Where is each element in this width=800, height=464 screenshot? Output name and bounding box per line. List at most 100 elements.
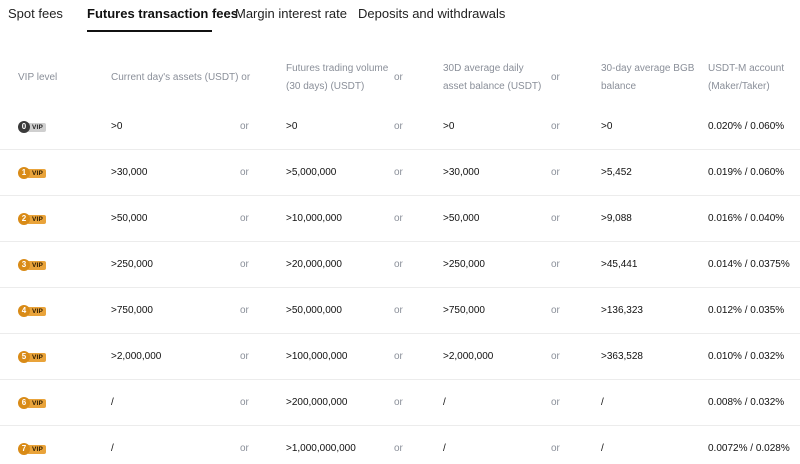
cell-current-day-assets: >250,000 (111, 259, 153, 270)
cell-current-day-assets: >30,000 (111, 167, 148, 178)
cell-bgb-balance: >9,088 (601, 213, 632, 224)
header-or: or (551, 72, 560, 83)
header-average-balance-line1: 30D average daily (443, 63, 524, 74)
table-row: 5 VIP >2,000,000 or >100,000,000 or >2,000,000… (0, 334, 800, 380)
tab-margin-interest-rate[interactable]: Margin interest rate (235, 6, 347, 21)
vip-badge-icon: 4 VIP (18, 305, 47, 317)
cell-or: or (394, 213, 403, 224)
cell-bgb-balance: / (601, 443, 604, 454)
header-bgb-balance-line1: 30-day average BGB (601, 63, 695, 74)
cell-futures-volume: >1,000,000,000 (286, 443, 356, 454)
cell-current-day-assets: >750,000 (111, 305, 153, 316)
header-bgb-balance: 30-day average BGB balance (601, 60, 694, 96)
vip-level-number: 5 (18, 351, 30, 363)
cell-or: or (240, 121, 249, 132)
cell-futures-volume: >20,000,000 (286, 259, 342, 270)
vip-level-number: 3 (18, 259, 30, 271)
cell-usdt-m-fee: 0.016% / 0.040% (708, 213, 785, 224)
cell-or: or (551, 259, 560, 270)
vip-level-number: 1 (18, 167, 30, 179)
header-usdt-m-fee-line2: (Maker/Taker) (708, 81, 770, 92)
cell-or: or (551, 305, 560, 316)
cell-or: or (394, 121, 403, 132)
cell-or: or (240, 167, 249, 178)
cell-bgb-balance: >0 (601, 121, 613, 132)
cell-average-balance: >750,000 (443, 305, 485, 316)
cell-or: or (394, 443, 403, 454)
cell-or: or (240, 213, 249, 224)
cell-or: or (394, 351, 403, 362)
cell-or: or (551, 351, 560, 362)
cell-or: or (394, 397, 403, 408)
cell-average-balance: >0 (443, 121, 455, 132)
cell-usdt-m-fee: 0.008% / 0.032% (708, 397, 785, 408)
cell-average-balance: >2,000,000 (443, 351, 494, 362)
vip-badge-icon: 3 VIP (18, 259, 47, 271)
header-bgb-balance-line2: balance (601, 81, 637, 92)
header-vip-level: VIP level (18, 72, 58, 83)
cell-or: or (240, 397, 249, 408)
cell-futures-volume: >100,000,000 (286, 351, 348, 362)
cell-average-balance: / (443, 397, 446, 408)
vip-level-number: 6 (18, 397, 30, 409)
cell-or: or (240, 351, 249, 362)
cell-or: or (551, 443, 560, 454)
cell-or: or (551, 121, 560, 132)
header-futures-volume: Futures trading volume (30 days) (USDT) (286, 60, 388, 96)
header-average-balance-line2: asset balance (USDT) (443, 81, 542, 92)
vip-badge-icon: 5 VIP (18, 351, 47, 363)
cell-futures-volume: >200,000,000 (286, 397, 348, 408)
table-row: 2 VIP >50,000 or >10,000,000 or >50,000 or >9,08… (0, 196, 800, 242)
cell-usdt-m-fee: 0.0072% / 0.028% (708, 443, 790, 454)
active-tab-indicator (87, 30, 212, 32)
cell-or: or (551, 167, 560, 178)
vip-badge-icon: 2 VIP (18, 213, 47, 225)
table-row: 4 VIP >750,000 or >50,000,000 or >750,000 or >13… (0, 288, 800, 334)
header-or: or (394, 72, 403, 83)
header-usdt-m-fee: USDT-M account (Maker/Taker) (708, 60, 784, 96)
cell-usdt-m-fee: 0.014% / 0.0375% (708, 259, 790, 270)
vip-badge-icon: 1 VIP (18, 167, 47, 179)
cell-or: or (394, 305, 403, 316)
vip-level-number: 7 (18, 443, 30, 455)
fee-tabs: Spot fees Futures transaction fees Margi… (0, 0, 800, 32)
cell-or: or (551, 397, 560, 408)
table-row: 1 VIP >30,000 or >5,000,000 or >30,000 or >5,452… (0, 150, 800, 196)
cell-futures-volume: >5,000,000 (286, 167, 337, 178)
vip-badge-icon: 7 VIP (18, 443, 47, 455)
table-row: 3 VIP >250,000 or >20,000,000 or >250,000 or >45… (0, 242, 800, 288)
cell-current-day-assets: >2,000,000 (111, 351, 162, 362)
cell-average-balance: >50,000 (443, 213, 480, 224)
table-row: 7 VIP / or >1,000,000,000 or / or / 0.0072% / 0.0… (0, 426, 800, 464)
cell-or: or (240, 305, 249, 316)
cell-average-balance: / (443, 443, 446, 454)
cell-average-balance: >250,000 (443, 259, 485, 270)
cell-usdt-m-fee: 0.019% / 0.060% (708, 167, 785, 178)
tab-spot-fees[interactable]: Spot fees (8, 6, 63, 21)
cell-or: or (240, 443, 249, 454)
cell-bgb-balance: / (601, 397, 604, 408)
cell-current-day-assets: / (111, 397, 114, 408)
cell-average-balance: >30,000 (443, 167, 480, 178)
vip-badge-icon: 6 VIP (18, 397, 47, 409)
cell-usdt-m-fee: 0.020% / 0.060% (708, 121, 785, 132)
header-average-balance: 30D average daily asset balance (USDT) (443, 60, 541, 96)
header-futures-volume-line1: Futures trading volume (286, 63, 389, 74)
header-current-day-assets: Current day's assets (USDT) or (111, 72, 251, 83)
cell-or: or (240, 259, 249, 270)
cell-futures-volume: >10,000,000 (286, 213, 342, 224)
tab-futures-transaction-fees[interactable]: Futures transaction fees (87, 6, 238, 21)
cell-current-day-assets: / (111, 443, 114, 454)
cell-or: or (394, 167, 403, 178)
header-usdt-m-fee-line1: USDT-M account (708, 63, 785, 74)
vip-level-number: 0 (18, 121, 30, 133)
table-row: 0 VIP >0 or >0 or >0 or >0 0.020% / 0.060% (0, 104, 800, 150)
cell-bgb-balance: >136,323 (601, 305, 643, 316)
tab-deposits-and-withdrawals[interactable]: Deposits and withdrawals (358, 6, 505, 21)
cell-current-day-assets: >0 (111, 121, 123, 132)
cell-bgb-balance: >5,452 (601, 167, 632, 178)
vip-badge-icon: 0 VIP (18, 121, 47, 133)
vip-level-number: 4 (18, 305, 30, 317)
cell-usdt-m-fee: 0.010% / 0.032% (708, 351, 785, 362)
table-row: 6 VIP / or >200,000,000 or / or / 0.008% / 0.032% (0, 380, 800, 426)
